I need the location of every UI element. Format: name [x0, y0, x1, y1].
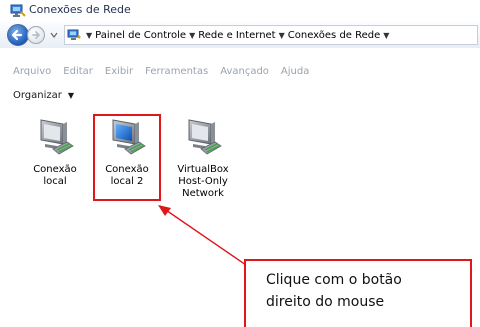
instruction-callout: Clique com o botão direito do mouse: [244, 259, 472, 327]
recent-pages-chevron-down-icon[interactable]: [49, 30, 59, 40]
breadcrumb-network-internet[interactable]: Rede e Internet: [198, 30, 275, 41]
connection-label: VirtualBox Host-Only Network: [177, 164, 229, 199]
back-arrow-icon: [11, 29, 23, 41]
menu-exibir[interactable]: Exibir: [105, 66, 133, 84]
network-adapter-icon: [112, 119, 146, 155]
control-panel-icon: [67, 29, 81, 40]
forward-arrow-icon: [32, 31, 40, 39]
menu-bar: Arquivo Editar Exibir Ferramentas Avança…: [0, 66, 480, 84]
connection-item-virtualbox[interactable]: VirtualBox Host-Only Network: [170, 116, 236, 206]
organize-button[interactable]: Organizar ▼: [13, 90, 74, 101]
menu-avancado[interactable]: Avançado: [220, 66, 269, 84]
connection-item-local[interactable]: Conexão local: [22, 116, 88, 206]
breadcrumb-separator-icon[interactable]: ▼: [383, 31, 389, 40]
address-bar: ▼ Painel de Controle ▼ Rede e Internet ▼…: [0, 22, 480, 48]
breadcrumb-separator-icon[interactable]: ▼: [189, 31, 195, 40]
window-title: Conexões de Rede: [29, 3, 131, 16]
back-button[interactable]: [7, 24, 29, 46]
network-connections-icon: [10, 4, 26, 17]
network-connections-window: Conexões de Rede ▼ Painel de Controle ▼ …: [0, 0, 480, 327]
connection-label: Conexão local 2: [105, 164, 149, 187]
connection-item-local-2[interactable]: Conexão local 2: [94, 116, 160, 206]
network-adapter-icon: [188, 119, 222, 155]
command-bar: Organizar ▼: [0, 86, 480, 108]
menu-editar[interactable]: Editar: [63, 66, 93, 84]
breadcrumb-network-connections[interactable]: Conexões de Rede: [288, 30, 381, 41]
title-bar: Conexões de Rede: [0, 0, 480, 22]
menu-arquivo[interactable]: Arquivo: [13, 66, 51, 84]
menu-ferramentas[interactable]: Ferramentas: [145, 66, 208, 84]
address-field[interactable]: ▼ Painel de Controle ▼ Rede e Internet ▼…: [64, 25, 478, 45]
menu-ajuda[interactable]: Ajuda: [281, 66, 309, 84]
connection-label: Conexão local: [33, 164, 77, 187]
organize-label: Organizar: [13, 90, 62, 101]
breadcrumb-separator-icon[interactable]: ▼: [86, 31, 92, 40]
chevron-down-icon: ▼: [67, 91, 75, 100]
network-adapter-icon: [40, 119, 74, 155]
breadcrumb-separator-icon[interactable]: ▼: [279, 31, 285, 40]
breadcrumb-control-panel[interactable]: Painel de Controle: [95, 30, 186, 41]
forward-button[interactable]: [27, 26, 45, 44]
